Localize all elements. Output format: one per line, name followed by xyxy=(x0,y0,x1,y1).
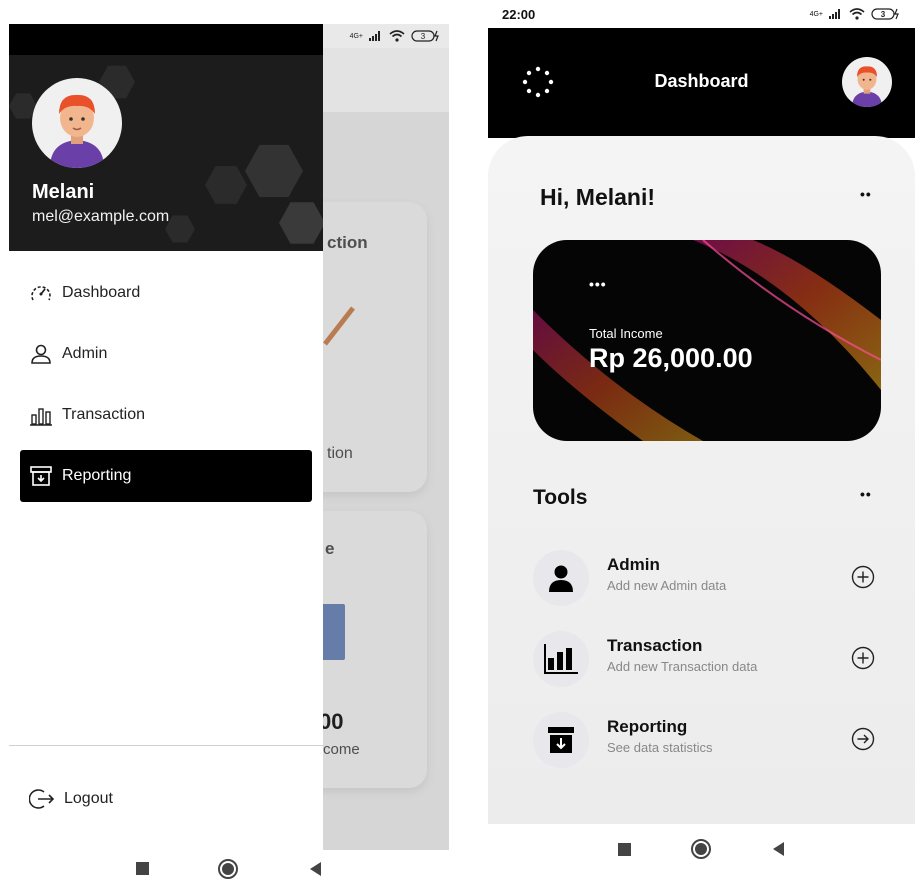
dashboard-content: Hi, Melani! •• ••• Total Income Rp 26,00… xyxy=(488,136,915,824)
speedometer-icon xyxy=(31,286,51,301)
status-bar-left: 4G+ 3 xyxy=(331,24,449,48)
signal-icon xyxy=(829,9,840,19)
tool-desc: Add new Transaction data xyxy=(607,659,758,674)
plus-circle-icon[interactable] xyxy=(851,565,875,589)
user-solid-icon xyxy=(549,565,573,592)
network-label: 4G+ xyxy=(809,10,823,18)
arrow-right-circle-icon[interactable] xyxy=(851,727,875,751)
signal-icon xyxy=(369,31,380,41)
tool-desc: Add new Admin data xyxy=(607,578,727,593)
system-nav-bar-right xyxy=(488,826,915,872)
status-time: 22:00 xyxy=(502,6,536,22)
drawer-item-admin[interactable]: Admin xyxy=(20,328,312,380)
user-email: mel@example.com xyxy=(32,208,170,225)
hex-decoration xyxy=(165,215,195,243)
wifi-icon xyxy=(389,30,405,42)
tool-item-transaction[interactable]: Transaction Add new Transaction data xyxy=(533,631,883,691)
bar-chart-solid-icon xyxy=(544,644,578,674)
wifi-icon xyxy=(849,8,865,20)
svg-text:3: 3 xyxy=(881,10,886,19)
drawer-item-label: Transaction xyxy=(62,406,145,423)
system-nav-bar-left xyxy=(9,852,449,885)
logout-icon xyxy=(29,789,55,809)
income-label: Total Income xyxy=(589,326,663,341)
tool-item-admin[interactable]: Admin Add new Admin data xyxy=(533,550,883,610)
drawer-item-label: Reporting xyxy=(62,467,132,484)
hex-decoration xyxy=(245,144,303,198)
drawer-divider xyxy=(9,745,323,746)
home-icon[interactable] xyxy=(691,839,711,859)
battery-icon: 3 xyxy=(871,8,899,20)
user-icon xyxy=(31,344,51,364)
drawer-item-dashboard[interactable]: Dashboard xyxy=(20,267,312,319)
tools-more-icon[interactable]: •• xyxy=(860,486,872,502)
user-name: Melani xyxy=(32,181,95,203)
tool-icon-wrap xyxy=(533,631,589,687)
hex-decoration xyxy=(279,202,323,244)
avatar-illustration-icon xyxy=(852,66,882,107)
archive-icon xyxy=(30,466,52,486)
income-card[interactable]: ••• Total Income Rp 26,000.00 xyxy=(533,240,881,441)
plus-circle-icon[interactable] xyxy=(851,646,875,670)
tools-title: Tools xyxy=(533,486,588,509)
header-black-band xyxy=(9,24,323,55)
tool-name: Admin xyxy=(607,555,660,574)
back-icon[interactable] xyxy=(771,841,785,857)
hex-decoration xyxy=(205,166,247,204)
status-bar-right: 22:00 4G+ 3 xyxy=(488,0,915,28)
svg-text:3: 3 xyxy=(421,32,426,41)
home-icon[interactable] xyxy=(218,858,239,879)
drawer-item-label: Admin xyxy=(62,345,108,362)
back-icon[interactable] xyxy=(308,861,322,877)
greeting-more-icon[interactable]: •• xyxy=(860,186,872,202)
bar-chart-icon xyxy=(30,408,52,426)
bg-top-bar xyxy=(323,48,449,112)
drawer-header: Melani mel@example.com xyxy=(9,24,323,251)
drawer-item-reporting[interactable]: Reporting xyxy=(20,450,312,502)
tool-icon-wrap xyxy=(533,712,589,768)
top-app-bar: Dashboard xyxy=(488,28,915,138)
drawer-item-transaction[interactable]: Transaction xyxy=(20,389,312,441)
right-screen: 22:00 4G+ 3 Dashboard Hi, Melani! •• •••… xyxy=(488,0,915,885)
drawer-item-label: Dashboard xyxy=(62,284,141,301)
status-icons: 4G+ 3 xyxy=(810,8,901,20)
network-label: 4G+ xyxy=(349,32,363,40)
greeting: Hi, Melani! xyxy=(540,184,656,210)
logout-button[interactable]: Logout xyxy=(20,773,312,825)
income-card-art-icon xyxy=(533,240,881,441)
scrim-overlay[interactable] xyxy=(323,48,449,850)
avatar[interactable] xyxy=(842,57,892,107)
archive-solid-icon xyxy=(548,727,574,753)
recents-icon[interactable] xyxy=(135,862,149,875)
avatar[interactable] xyxy=(32,78,122,168)
avatar-illustration-icon xyxy=(50,94,104,168)
tool-name: Reporting xyxy=(607,717,688,736)
tool-desc: See data statistics xyxy=(607,740,713,755)
income-value: Rp 26,000.00 xyxy=(589,343,753,373)
navigation-drawer: Melani mel@example.com Dashboard Admin T… xyxy=(9,24,323,850)
tool-item-reporting[interactable]: Reporting See data statistics xyxy=(533,712,883,772)
logout-label: Logout xyxy=(64,790,113,807)
card-more-icon[interactable]: ••• xyxy=(589,276,607,292)
tool-icon-wrap xyxy=(533,550,589,606)
left-screen: ction tion e 00 come 4G+ 3 Melani mel@ex… xyxy=(9,24,449,850)
battery-icon: 3 xyxy=(411,30,439,42)
tool-name: Transaction xyxy=(607,636,703,655)
recents-icon[interactable] xyxy=(618,842,631,856)
